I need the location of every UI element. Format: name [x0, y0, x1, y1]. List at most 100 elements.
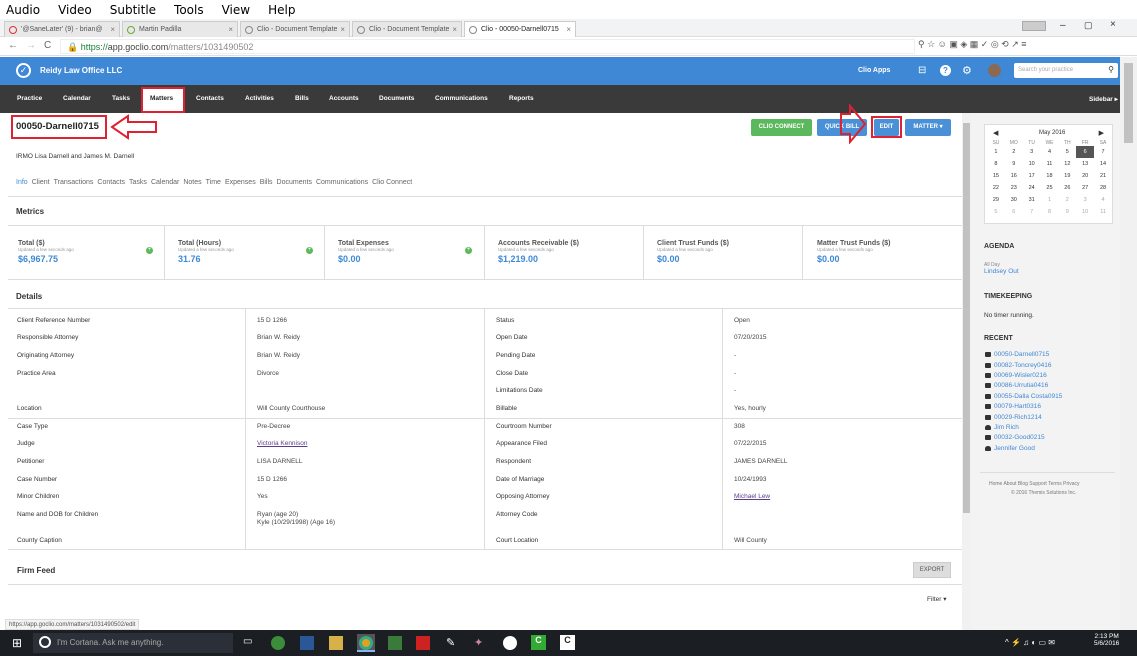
inbox-icon[interactable]: ⊟	[918, 65, 926, 76]
day[interactable]: 21	[1094, 170, 1112, 182]
agenda-event-link[interactable]: Lindsey Out	[984, 268, 1019, 275]
app-icon[interactable]	[503, 636, 517, 650]
recent-item[interactable]: 00082-Toncrey0416	[985, 362, 1051, 369]
close-icon[interactable]: ×	[228, 25, 233, 34]
back-icon[interactable]: ←	[8, 40, 18, 51]
day[interactable]: 20	[1076, 170, 1094, 182]
day[interactable]: 1	[987, 146, 1005, 158]
browser-tab-contact[interactable]: Martin Padilla ×	[122, 21, 238, 37]
day[interactable]: 16	[1005, 170, 1023, 182]
tab-time[interactable]: Time	[206, 179, 221, 186]
judge-link[interactable]: Victoria Kennison	[257, 440, 307, 447]
day[interactable]: 1	[1041, 194, 1059, 206]
day[interactable]: 3	[1076, 194, 1094, 206]
tab-client[interactable]: Client	[32, 179, 50, 186]
nav-documents[interactable]: Documents	[379, 95, 414, 102]
metric-matter-trust[interactable]: Matter Trust Funds ($) Updated a few seco…	[817, 240, 891, 264]
recent-item[interactable]: 00055-Dalla Costa0915	[985, 393, 1062, 400]
add-icon[interactable]: +	[465, 247, 472, 254]
app-icon[interactable]	[271, 636, 285, 650]
search-input[interactable]: Search your practice ⚲	[1014, 63, 1118, 78]
day[interactable]: 22	[987, 182, 1005, 194]
browser-tab-template-1[interactable]: Clio - Document Template ×	[240, 21, 350, 37]
menu-audio[interactable]: Audio	[6, 3, 40, 17]
day[interactable]: 8	[987, 158, 1005, 170]
edit-button[interactable]: EDIT	[874, 119, 899, 136]
day[interactable]: 5	[987, 206, 1005, 218]
browser-tab-template-2[interactable]: Clio - Document Template ×	[352, 21, 462, 37]
day[interactable]: 23	[1005, 182, 1023, 194]
nav-matters[interactable]: Matters	[150, 95, 173, 102]
tab-communications[interactable]: Communications	[316, 179, 368, 186]
day[interactable]: 8	[1041, 206, 1059, 218]
day-today[interactable]: 6	[1076, 146, 1095, 158]
day[interactable]: 14	[1094, 158, 1112, 170]
user-profile-chip[interactable]	[1022, 21, 1046, 31]
metric-client-trust[interactable]: Client Trust Funds ($) Updated a few seco…	[657, 240, 729, 264]
help-icon[interactable]: ?	[940, 65, 951, 76]
menu-help[interactable]: Help	[268, 3, 295, 17]
day[interactable]: 6	[1005, 206, 1023, 218]
clio-apps-link[interactable]: Clio Apps	[858, 67, 890, 74]
metric-total[interactable]: Total ($) Updated a few seconds ago $6,967…	[18, 240, 74, 264]
app-icon[interactable]: ✎	[446, 636, 455, 649]
nav-calendar[interactable]: Calendar	[63, 95, 91, 102]
maximize-icon[interactable]: ▢	[1084, 20, 1093, 31]
close-icon[interactable]: ×	[452, 25, 457, 34]
menu-view[interactable]: View	[222, 3, 250, 17]
close-icon[interactable]: ×	[566, 25, 571, 34]
day[interactable]: 29	[987, 194, 1005, 206]
matter-menu-button[interactable]: MATTER ▾	[905, 119, 951, 136]
nav-practice[interactable]: Practice	[17, 95, 42, 102]
close-window-icon[interactable]: ×	[1110, 19, 1116, 30]
day[interactable]: 2	[1005, 146, 1023, 158]
scrollbar-thumb[interactable]	[963, 123, 970, 513]
extension-icons[interactable]: ⚲ ☆ ☺ ▣ ◈ ▦ ✓ ◎ ⟲ ↗ ≡	[918, 39, 1027, 50]
day[interactable]: 4	[1041, 146, 1059, 158]
close-icon[interactable]: ×	[110, 25, 115, 34]
recent-item[interactable]: Jim Rich	[985, 424, 1019, 431]
recent-item[interactable]: 00029-Rich1214	[985, 414, 1042, 421]
menu-subtitle[interactable]: Subtitle	[110, 3, 156, 17]
day[interactable]: 11	[1094, 206, 1112, 218]
recent-item[interactable]: 00079-Hart0316	[985, 403, 1041, 410]
day[interactable]: 27	[1076, 182, 1094, 194]
day[interactable]: 2	[1058, 194, 1076, 206]
day[interactable]: 31	[1023, 194, 1041, 206]
tab-notes[interactable]: Notes	[183, 179, 201, 186]
day[interactable]: 3	[1023, 146, 1041, 158]
day[interactable]: 7	[1094, 146, 1112, 158]
minimize-icon[interactable]: –	[1060, 20, 1066, 31]
metric-receivable[interactable]: Accounts Receivable ($) Updated a few sec…	[498, 240, 579, 264]
metric-expenses[interactable]: Total Expenses Updated a few seconds ago $…	[338, 240, 394, 264]
sidebar-toggle[interactable]: Sidebar ▸	[1089, 95, 1118, 103]
tab-calendar[interactable]: Calendar	[151, 179, 179, 186]
tab-info[interactable]: Info	[16, 179, 28, 186]
word-icon[interactable]	[300, 636, 314, 650]
tab-transactions[interactable]: Transactions	[54, 179, 94, 186]
recent-item[interactable]: Jennifer Good	[985, 445, 1035, 452]
day[interactable]: 5	[1058, 146, 1076, 158]
nav-bills[interactable]: Bills	[295, 95, 309, 102]
recent-item[interactable]: 00032-Good0215	[985, 434, 1045, 441]
cortana-search[interactable]: I'm Cortana. Ask me anything.	[33, 633, 233, 653]
tab-tasks[interactable]: Tasks	[129, 179, 147, 186]
day[interactable]: 24	[1023, 182, 1041, 194]
day[interactable]: 12	[1058, 158, 1076, 170]
day[interactable]: 18	[1041, 170, 1059, 182]
recent-item[interactable]: 00050-Darnell0715	[985, 351, 1049, 358]
browser-tab-matter[interactable]: Clio - 00050-Darnell0715 ×	[464, 21, 576, 37]
clio-connect-button[interactable]: CLIO CONNECT	[751, 119, 812, 136]
app-icon[interactable]: ✦	[474, 636, 483, 649]
nav-accounts[interactable]: Accounts	[329, 95, 359, 102]
footer-links[interactable]: Home About Blog Support Terms Privacy	[989, 481, 1080, 487]
nav-contacts[interactable]: Contacts	[196, 95, 224, 102]
avatar[interactable]	[988, 64, 1001, 77]
day[interactable]: 11	[1041, 158, 1059, 170]
day[interactable]: 10	[1076, 206, 1094, 218]
acrobat-icon[interactable]	[416, 636, 430, 650]
nav-communications[interactable]: Communications	[435, 95, 488, 102]
app-icon[interactable]	[388, 636, 402, 650]
folder-icon[interactable]	[329, 636, 343, 650]
day[interactable]: 17	[1023, 170, 1041, 182]
